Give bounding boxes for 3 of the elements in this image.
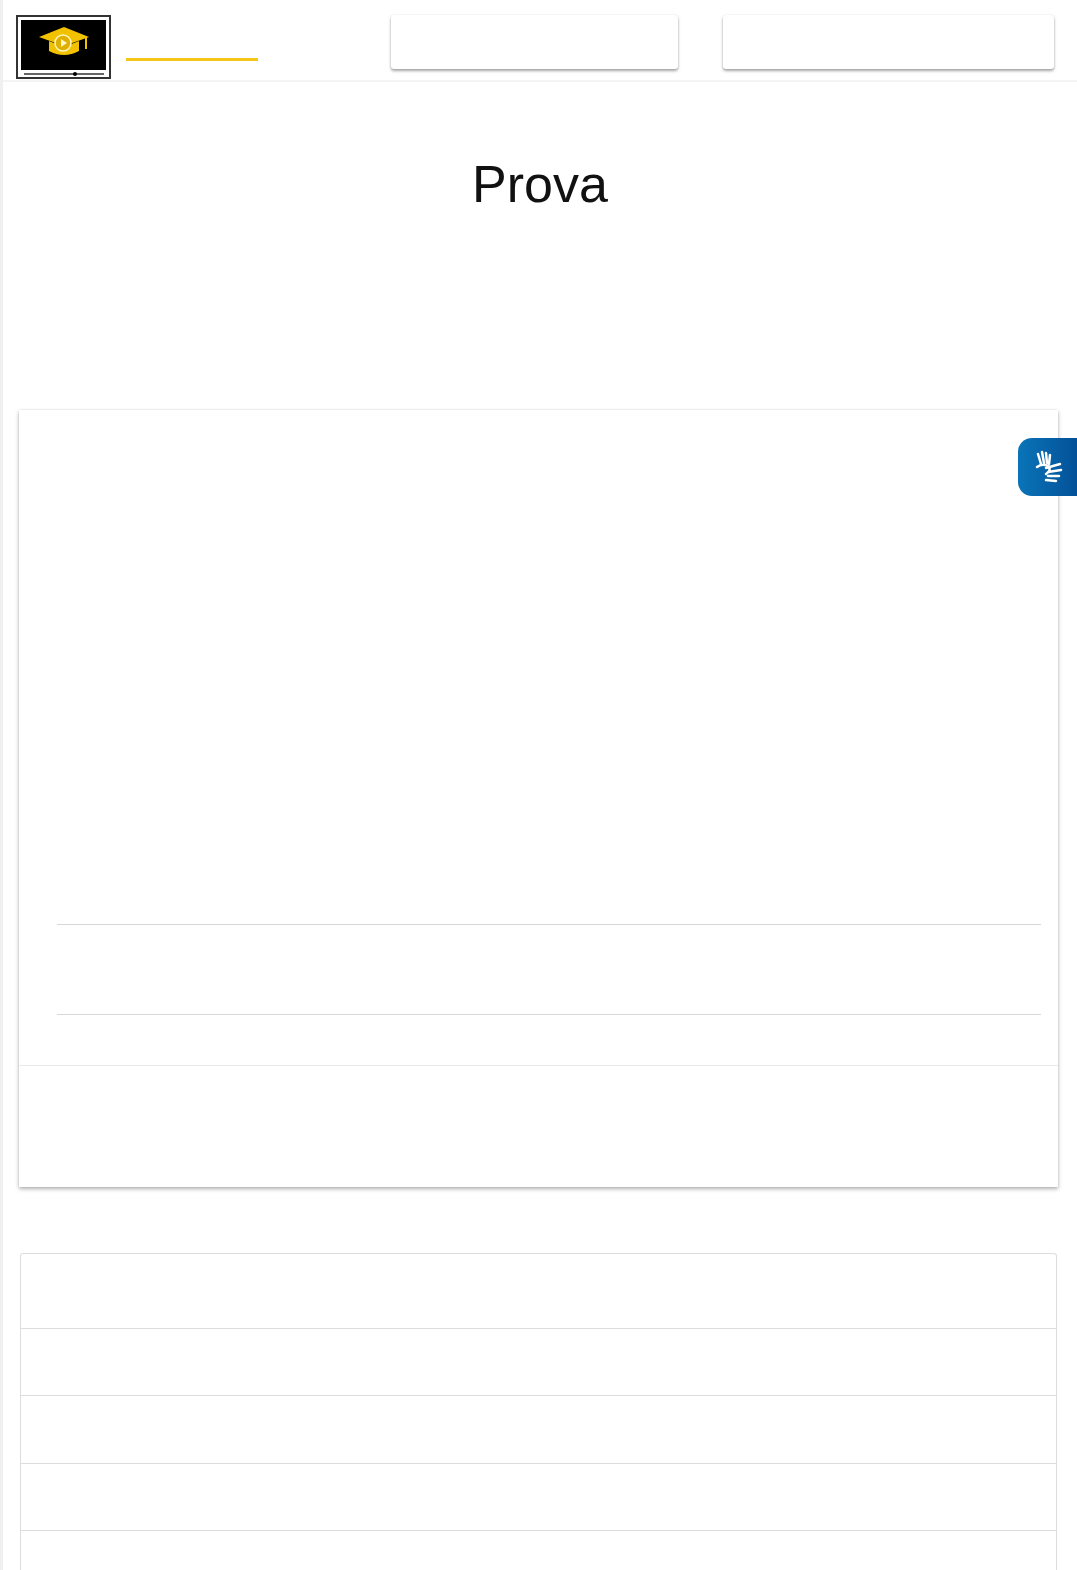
sign-language-button[interactable]	[1018, 438, 1077, 496]
page-title: Prova	[471, 154, 609, 215]
logo-icon[interactable]	[16, 15, 111, 79]
